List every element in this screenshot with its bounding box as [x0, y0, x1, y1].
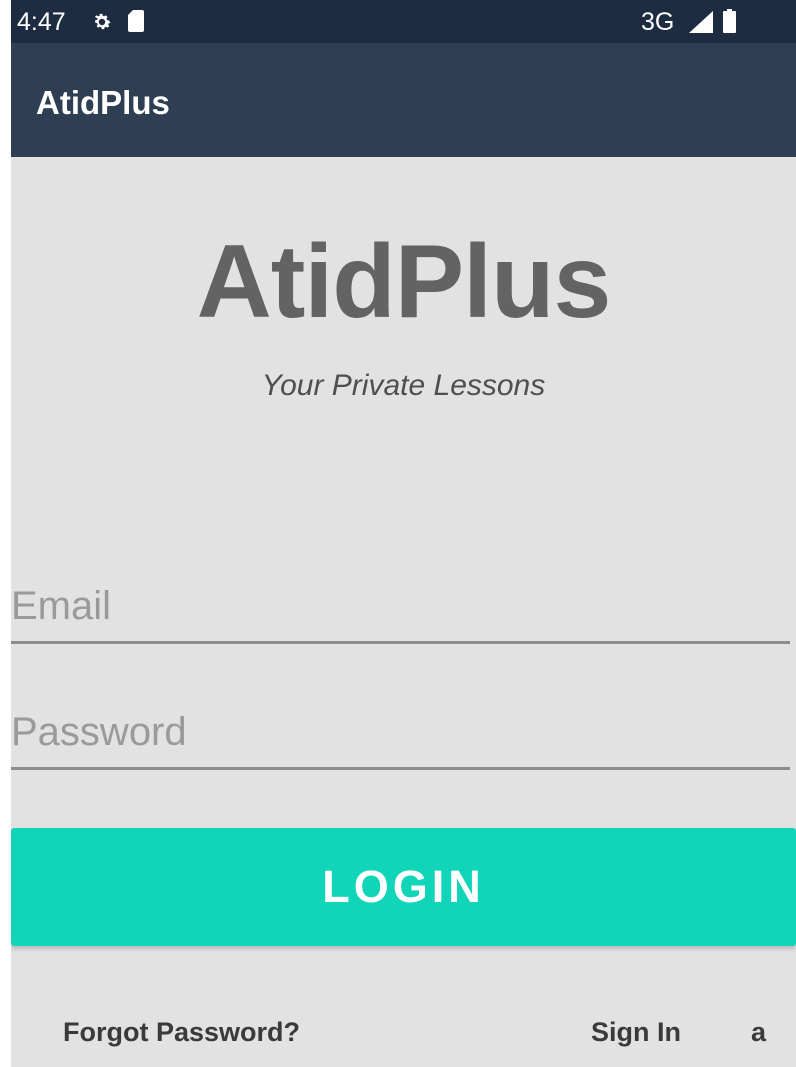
- app-bar: AtidPlus: [11, 43, 796, 157]
- extra-link[interactable]: a: [751, 1014, 766, 1050]
- network-type: 3G: [641, 8, 675, 36]
- sign-in-link[interactable]: Sign In: [591, 1014, 681, 1050]
- status-bar: 4:47 3G: [11, 0, 796, 43]
- sd-card-icon: [128, 10, 144, 32]
- login-button[interactable]: LOGIN: [11, 828, 796, 946]
- email-field[interactable]: [11, 571, 790, 644]
- logo-text: AtidPlus: [196, 224, 612, 340]
- password-field[interactable]: [11, 697, 790, 770]
- signal-icon: [689, 11, 713, 33]
- forgot-password-link[interactable]: Forgot Password?: [63, 1014, 300, 1050]
- app-screen: 4:47 3G AtidPlus AtidPlus Your Private L…: [11, 0, 796, 1067]
- tagline: Your Private Lessons: [261, 369, 546, 402]
- app-bar-title: AtidPlus: [36, 84, 170, 121]
- gear-icon: [94, 13, 111, 30]
- status-time: 4:47: [17, 8, 66, 36]
- battery-icon: [723, 9, 736, 33]
